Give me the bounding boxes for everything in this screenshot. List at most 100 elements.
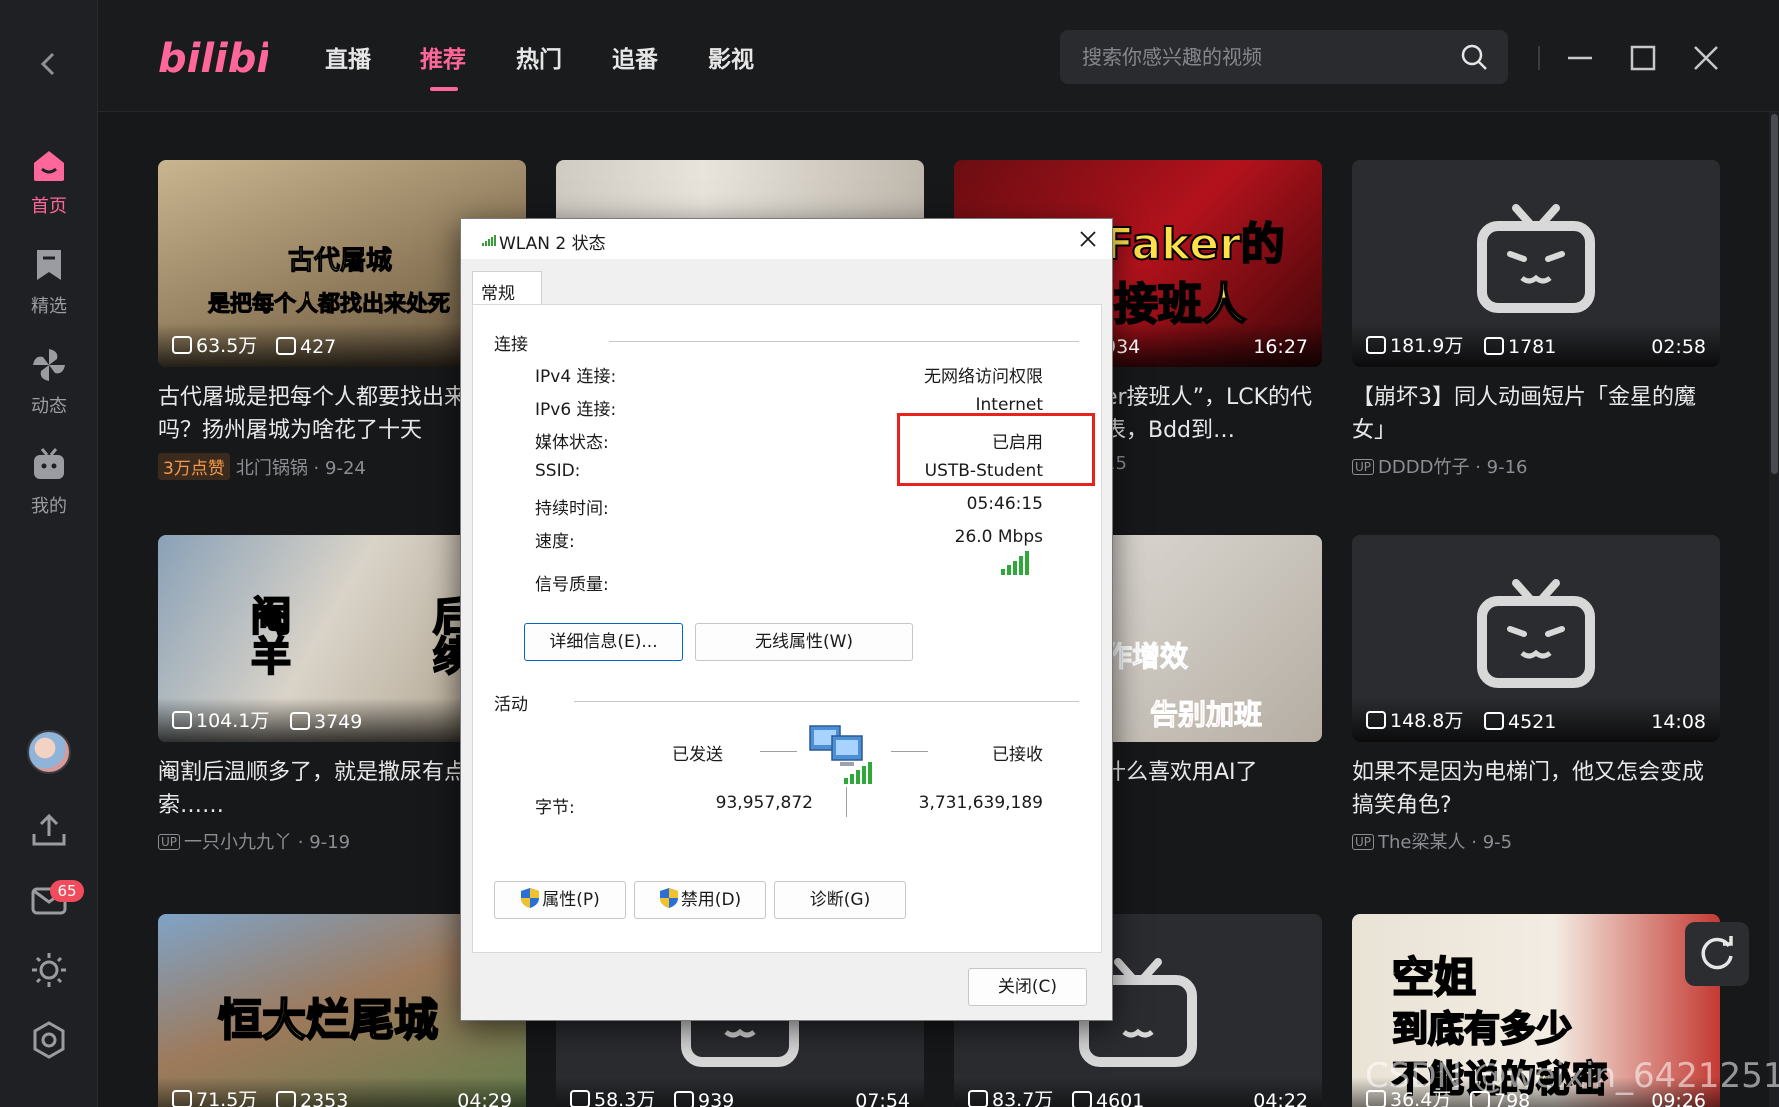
- up-icon: UP: [158, 834, 181, 850]
- play-icon: [570, 1090, 590, 1107]
- ipv4-value: 无网络访问权限: [924, 367, 1043, 387]
- danmaku-count: 427: [300, 336, 337, 358]
- bilibili-logo[interactable]: bilibili: [158, 30, 268, 84]
- play-icon: [1366, 711, 1386, 729]
- author-name[interactable]: 北门锅锅: [236, 458, 308, 479]
- tab-anime[interactable]: 追番: [612, 40, 658, 74]
- disable-button[interactable]: 禁用(D): [634, 881, 766, 919]
- play-icon: [172, 711, 192, 729]
- video-duration: 04:22: [1253, 1090, 1308, 1107]
- play-icon: [172, 1090, 192, 1107]
- search-icon[interactable]: [1460, 43, 1488, 71]
- dialog-title: WLAN 2 状态: [499, 234, 606, 254]
- signal-strength-icon: [1001, 551, 1029, 575]
- video-stats: 71.5万 2353 04:29: [158, 1077, 526, 1107]
- signal-icon: [482, 235, 496, 246]
- author-name[interactable]: 一只小九九丫: [184, 832, 292, 853]
- maximize-icon[interactable]: [1625, 40, 1661, 76]
- video-title[interactable]: 【崩坏3】同人动画短片「金星的魔女」: [1352, 381, 1720, 447]
- window-controls-divider: [1538, 46, 1540, 70]
- properties-button[interactable]: 属性(P): [494, 881, 626, 919]
- video-duration: 04:29: [457, 1090, 512, 1107]
- ipv6-label: IPv6 连接:: [535, 400, 617, 420]
- settings-button[interactable]: [29, 1020, 69, 1060]
- feed-scrollbar-thumb[interactable]: [1771, 114, 1778, 474]
- danmaku-icon: [276, 1091, 296, 1107]
- speed-value: 26.0 Mbps: [954, 527, 1043, 547]
- video-stats: 148.8万 4521 14:08: [1352, 698, 1720, 742]
- upload-date: 9-24: [325, 458, 366, 479]
- network-computers-icon: [809, 725, 872, 784]
- sidebar-item-home[interactable]: 首页: [0, 146, 98, 218]
- bytes-sent: 93,957,872: [715, 793, 813, 813]
- annotation-highlight-box: [897, 413, 1095, 486]
- refresh-button[interactable]: [1685, 922, 1749, 986]
- home-icon: [34, 151, 64, 181]
- author-name[interactable]: DDDD竹子: [1378, 457, 1469, 478]
- tab-live[interactable]: 直播: [325, 40, 371, 74]
- upload-button[interactable]: [29, 810, 69, 850]
- active-tab-indicator: [430, 87, 458, 91]
- video-stats: 83.7万 4601 04:22: [954, 1077, 1322, 1107]
- tab-hot[interactable]: 热门: [516, 40, 562, 74]
- avatar[interactable]: [27, 730, 71, 774]
- speed-label: 速度:: [535, 532, 575, 552]
- close-button[interactable]: 关闭(C): [968, 968, 1087, 1006]
- search-input[interactable]: [1082, 30, 1442, 84]
- back-button[interactable]: [32, 44, 66, 84]
- video-title[interactable]: 如果不是因为电梯门，他又怎会变成搞笑角色?: [1352, 756, 1720, 822]
- video-thumbnail[interactable]: 181.9万 1781 02:58: [1352, 160, 1720, 367]
- danmaku-count: 3749: [314, 711, 363, 733]
- thumbnail-caption: 古代屠城: [287, 246, 393, 277]
- danmaku-icon: [290, 712, 310, 730]
- wireless-properties-button[interactable]: 无线属性(W): [695, 623, 913, 661]
- view-count: 148.8万: [1390, 710, 1464, 732]
- author-name[interactable]: The梁某人: [1378, 832, 1465, 853]
- danmaku-count: 2353: [300, 1090, 349, 1107]
- upload-date: 9-16: [1486, 457, 1528, 478]
- thumbnail-caption: 到底有多少: [1391, 1008, 1573, 1051]
- divider: [574, 701, 1079, 702]
- video-card[interactable]: 148.8万 4521 14:08 如果不是因为电梯门，他又怎会变成搞笑角色? …: [1352, 535, 1720, 854]
- video-thumbnail[interactable]: 148.8万 4521 14:08: [1352, 535, 1720, 742]
- video-card[interactable]: 181.9万 1781 02:58 【崩坏3】同人动画短片「金星的魔女」 UP D…: [1352, 160, 1720, 479]
- chevron-left-icon: [40, 52, 55, 76]
- thumbnail-caption: Faker的: [1103, 218, 1286, 271]
- diagnose-button[interactable]: 诊断(G): [774, 881, 906, 919]
- thumbnail-caption: 空姐: [1391, 952, 1477, 1003]
- theme-button[interactable]: [29, 950, 69, 990]
- activity-group-label: 活动: [494, 690, 534, 715]
- sidebar-item-mine[interactable]: 我的: [0, 446, 98, 518]
- sidebar-item-label: 精选: [31, 296, 67, 317]
- video-stats: 58.3万 939 07:54: [556, 1077, 924, 1107]
- video-duration: 16:27: [1253, 336, 1308, 358]
- tab-movies[interactable]: 影视: [708, 40, 754, 74]
- ssid-label: SSID:: [535, 461, 581, 481]
- details-button[interactable]: 详细信息(E)...: [524, 623, 683, 661]
- upload-date: 9-5: [1482, 832, 1513, 853]
- sidebar-item-featured[interactable]: 精选: [0, 246, 98, 318]
- tv-placeholder-icon: [1477, 203, 1595, 313]
- dialog-titlebar[interactable]: WLAN 2 状态: [461, 219, 1112, 259]
- video-duration: 14:08: [1651, 711, 1706, 733]
- video-duration: 07:54: [855, 1090, 910, 1107]
- signal-quality-label: 信号质量:: [535, 575, 609, 595]
- video-meta: UP DDDD竹子 · 9-16: [1352, 453, 1720, 479]
- disable-button-label: 禁用(D): [680, 890, 742, 910]
- tab-recommend[interactable]: 推荐: [420, 40, 466, 74]
- play-icon: [172, 336, 192, 354]
- shield-icon: [521, 888, 540, 908]
- play-icon: [1366, 336, 1386, 354]
- tab-general[interactable]: 常规: [472, 271, 542, 305]
- close-icon[interactable]: [1688, 40, 1724, 76]
- ipv4-label: IPv4 连接:: [535, 367, 617, 387]
- tv-placeholder-icon: [1477, 578, 1595, 688]
- sidebar-item-dynamic[interactable]: 动态: [0, 346, 98, 418]
- view-count: 71.5万: [196, 1089, 258, 1107]
- properties-button-label: 属性(P): [542, 890, 600, 910]
- minimize-icon[interactable]: [1562, 40, 1598, 76]
- connection-group-label: 连接: [494, 330, 534, 355]
- likes-tag: 3万点赞: [158, 453, 230, 480]
- dialog-close-icon[interactable]: [1072, 223, 1104, 255]
- sent-line: [760, 751, 797, 752]
